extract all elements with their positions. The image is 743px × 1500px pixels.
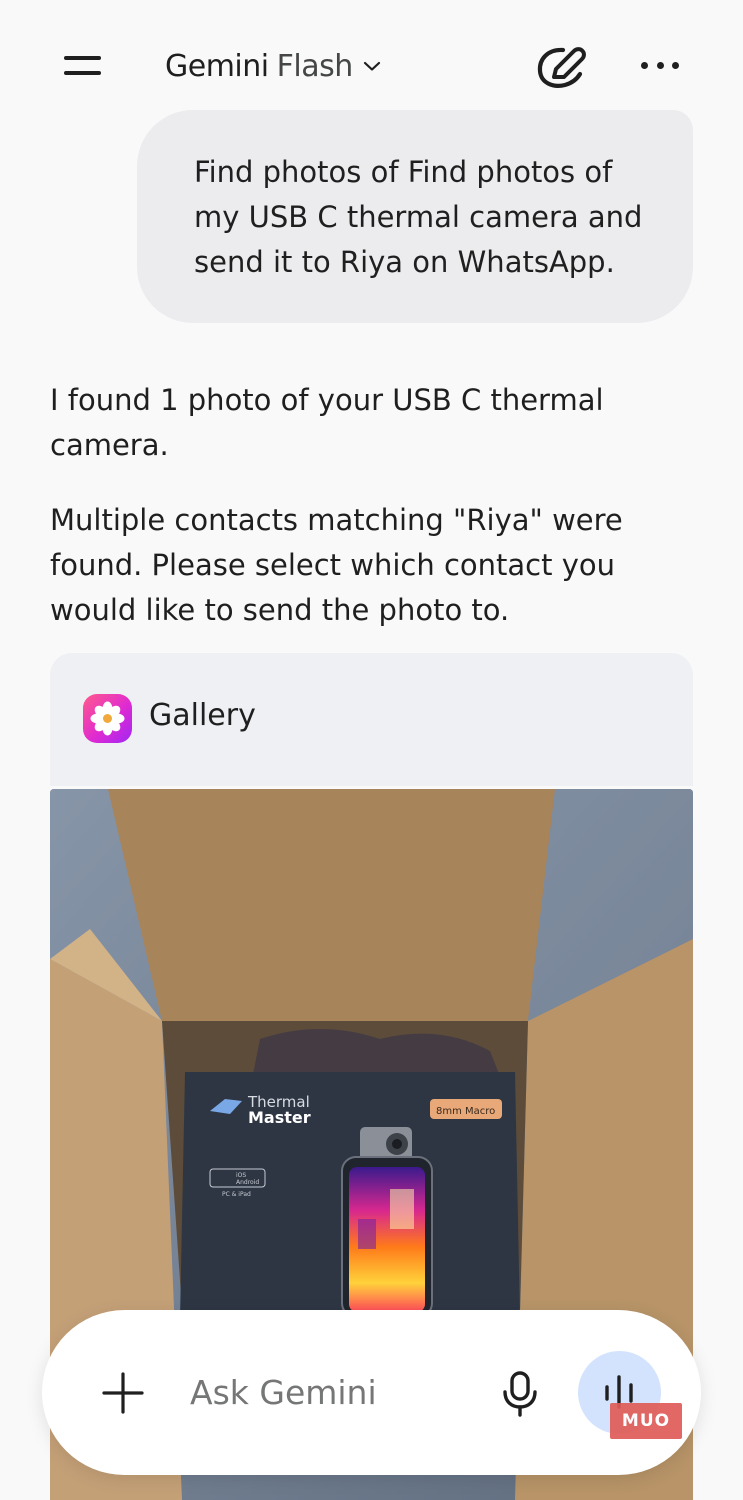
more-options-icon[interactable]	[641, 57, 679, 73]
plus-icon[interactable]	[102, 1372, 144, 1414]
box-compat-line1: iOS	[236, 1172, 246, 1179]
model-picker-dropdown[interactable]: Gemini Flash	[165, 45, 381, 87]
user-message-text: Find photos of Find photos of my USB C t…	[194, 155, 643, 279]
box-brand-line2: Master	[248, 1108, 311, 1127]
ask-gemini-input[interactable]	[190, 1366, 470, 1418]
box-badge: 8mm Macro	[436, 1106, 495, 1117]
gallery-flower-icon	[83, 694, 132, 743]
response-paragraph: Multiple contacts matching "Riya" were f…	[50, 503, 623, 627]
prompt-input-bar	[42, 1310, 701, 1475]
assistant-response: I found 1 photo of your USB C thermal ca…	[50, 378, 710, 633]
muo-watermark-logo: MUO	[610, 1403, 682, 1439]
box-compat-line3: PC & iPad	[222, 1191, 251, 1198]
gallery-card-header[interactable]: Gallery	[50, 653, 693, 786]
hamburger-menu-icon[interactable]	[64, 55, 101, 77]
new-chat-pen-icon[interactable]	[536, 44, 586, 90]
model-name: Gemini	[165, 48, 269, 84]
microphone-icon[interactable]	[502, 1371, 538, 1417]
box-compat-line2: Android	[236, 1179, 259, 1186]
gallery-app-name: Gallery	[149, 698, 256, 733]
model-variant: Flash	[276, 48, 354, 84]
response-paragraph: I found 1 photo of your USB C thermal ca…	[50, 383, 604, 462]
chevron-down-icon	[363, 61, 380, 71]
user-message-bubble: Find photos of Find photos of my USB C t…	[137, 110, 693, 323]
